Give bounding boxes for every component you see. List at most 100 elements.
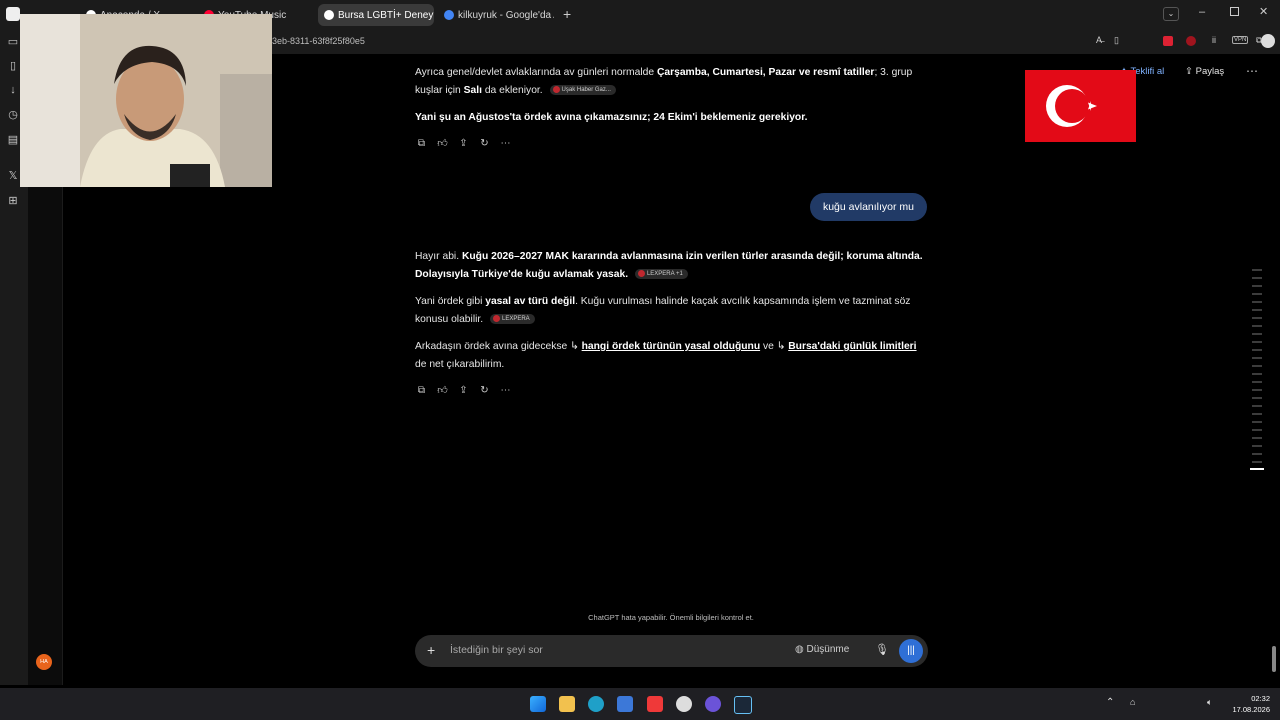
- history-panel-icon[interactable]: ◷: [7, 109, 19, 121]
- minimize-button[interactable]: –: [1199, 6, 1205, 18]
- source-chip-label: LEXPERA: [502, 315, 530, 322]
- source-chip-label: LEXPERA +1: [646, 270, 683, 277]
- tray-network-icon[interactable]: ⌂: [1130, 697, 1135, 707]
- thinking-toggle[interactable]: ◍ Düşünme: [795, 644, 849, 655]
- message-composer[interactable]: + İstediğin bir şeyi sor ◍ Düşünme 🎙︎ ||…: [415, 635, 928, 667]
- plus-icon[interactable]: +: [427, 642, 435, 658]
- new-tab-button[interactable]: +: [563, 7, 571, 21]
- page-scrollbar[interactable]: [1272, 58, 1276, 680]
- file-explorer-icon[interactable]: [559, 696, 575, 712]
- source-favicon-icon: [493, 314, 500, 322]
- app-ring-icon[interactable]: [705, 696, 721, 712]
- voice-icon[interactable]: |||: [899, 639, 923, 663]
- windows-taskbar: ⌃ ⌂ 🔈︎ 02:32 17.08.2026: [0, 688, 1280, 720]
- close-window-button[interactable]: ✕: [1259, 5, 1268, 18]
- followup-link[interactable]: hangi ördek türünün yasal olduğunu: [582, 341, 760, 352]
- message-actions: ⧉ 👍︎ ⇪ ↻ ⋯: [415, 137, 512, 150]
- extension-icon[interactable]: ii: [1212, 35, 1216, 45]
- header-more-icon[interactable]: ⋯: [1246, 64, 1258, 78]
- bookmarks-panel-icon[interactable]: ▯: [7, 60, 19, 72]
- source-chip-label: Uşak Haber Gaz...: [561, 86, 611, 93]
- tab-bursa[interactable]: Bursa LGBTİ+ Deneyimi Öz: [318, 4, 434, 26]
- ublock-icon[interactable]: [1186, 36, 1196, 46]
- source-chip[interactable]: LEXPERA +1: [634, 268, 688, 279]
- copy-icon[interactable]: ⧉: [415, 137, 428, 150]
- vivaldi-logo[interactable]: [6, 7, 20, 21]
- message-paragraph: Yani şu an Ağustos'ta ördek avına çıkama…: [415, 109, 930, 127]
- windows-start-icon[interactable]: [530, 696, 546, 712]
- bookmark-icon[interactable]: ▯: [1114, 35, 1119, 46]
- disclaimer-text: ChatGPT hata yapabilir. Önemli bilgileri…: [588, 613, 754, 622]
- avatar[interactable]: HA: [36, 654, 52, 670]
- tab-google-search[interactable]: kilkuyruk - Google'da Ara: [438, 4, 554, 26]
- source-favicon-icon: [552, 85, 560, 93]
- message-paragraph: Ayrıca genel/devlet avlaklarında av günl…: [415, 64, 930, 99]
- tray-volume-icon[interactable]: 🔈︎: [1207, 697, 1212, 708]
- more-icon[interactable]: ⋯: [499, 137, 512, 150]
- notes-panel-icon[interactable]: ▤: [7, 134, 19, 146]
- vpn-icon[interactable]: VPN: [1232, 36, 1249, 44]
- text-span: da ekleniyor.: [481, 84, 543, 96]
- bold-text: yasal av türü değil: [485, 296, 576, 307]
- arrow-icon: ↳: [570, 341, 582, 352]
- google-icon: [444, 10, 454, 20]
- bold-text: Çarşamba, Cumartesi, Pazar ve resmî tati…: [656, 67, 875, 78]
- address-bar[interactable]: 3eb-8311-63f8f25f80e5 A̶ ▯ ii VPN ⧉: [272, 30, 1280, 54]
- profile-icon[interactable]: [1261, 34, 1275, 48]
- tray-chevron-icon[interactable]: ⌃: [1106, 697, 1114, 708]
- source-chip[interactable]: LEXPERA: [490, 313, 535, 324]
- chatgpt-taskbar-icon[interactable]: [676, 696, 692, 712]
- panel-toggle-icon[interactable]: ▭: [7, 36, 19, 48]
- thumbs-icon[interactable]: 👍︎: [436, 384, 449, 397]
- steam-icon[interactable]: [734, 696, 752, 714]
- scroll-position-markers[interactable]: [1250, 268, 1264, 473]
- copy-icon[interactable]: ⧉: [415, 384, 428, 397]
- clock-date: 17.08.2026: [1232, 705, 1270, 714]
- message-paragraph: Yani ördek gibi yasal av türü değil. Kuğ…: [415, 293, 930, 328]
- clock-time: 02:32: [1251, 694, 1270, 703]
- tab-list-icon[interactable]: ⌄: [1163, 7, 1179, 21]
- thumbs-icon[interactable]: 👍︎: [436, 137, 449, 150]
- user-message-bubble: kuğu avlanılıyor mu: [810, 193, 927, 221]
- taskbar-clock[interactable]: 02:32 17.08.2026: [1226, 693, 1270, 715]
- text-span: Arkadaşın ördek avına gidecekse: [415, 341, 571, 352]
- message-paragraph: Hayır abi. Kuğu 2026–2027 MAK kararında …: [415, 248, 930, 283]
- webcam-overlay: [20, 14, 272, 187]
- source-chip[interactable]: Uşak Haber Gaz...: [549, 84, 616, 95]
- regenerate-icon[interactable]: ↻: [478, 384, 491, 397]
- source-favicon-icon: [637, 269, 645, 277]
- url-text[interactable]: 3eb-8311-63f8f25f80e5: [272, 36, 365, 46]
- scrollbar-thumb[interactable]: [1272, 646, 1276, 672]
- message-actions: ⧉ 👍︎ ⇪ ↻ ⋯: [415, 384, 512, 397]
- text-span: ve: [760, 341, 777, 352]
- share-label: Paylaş: [1195, 66, 1225, 77]
- store-icon[interactable]: [617, 696, 633, 712]
- prompt-input[interactable]: İstediğin bir şeyi sor: [450, 644, 543, 656]
- bold-text: Salı: [463, 84, 482, 96]
- more-icon[interactable]: ⋯: [499, 384, 512, 397]
- vivaldi-taskbar-icon[interactable]: [647, 696, 663, 712]
- scroll-markers-graphic: [1250, 269, 1264, 470]
- x-panel-icon[interactable]: 𝕏: [7, 170, 19, 182]
- maximize-button[interactable]: [1230, 7, 1239, 16]
- lightbulb-icon: ◍: [795, 644, 804, 655]
- text-span: Hayır abi.: [415, 251, 462, 262]
- assistant-message-2: Hayır abi. Kuğu 2026–2027 MAK kararında …: [415, 248, 930, 373]
- translate-icon[interactable]: A̶: [1096, 35, 1102, 45]
- edge-icon[interactable]: [588, 696, 604, 712]
- share-icon[interactable]: ⇪: [457, 384, 470, 397]
- mic-icon[interactable]: 🎙︎: [875, 643, 889, 656]
- bold-text: Yani şu an Ağustos'ta ördek avına çıkama…: [415, 112, 808, 123]
- downloads-panel-icon[interactable]: ↓: [7, 84, 19, 96]
- assistant-message-1: Ayrıca genel/devlet avlaklarında av günl…: [415, 64, 930, 127]
- bold-text: de net çıkarabilirim.: [415, 358, 505, 370]
- regenerate-icon[interactable]: ↻: [478, 137, 491, 150]
- share-icon[interactable]: ⇪: [457, 137, 470, 150]
- message-paragraph: Arkadaşın ördek avına gidecekse ↳ hangi …: [415, 338, 930, 373]
- share-icon: ⇪: [1185, 66, 1193, 77]
- followup-link[interactable]: Bursa'daki günlük limitleri: [788, 341, 916, 352]
- add-panel-icon[interactable]: ⊞: [7, 195, 19, 207]
- share-button[interactable]: ⇪ Paylaş: [1185, 66, 1224, 77]
- extension-red-icon[interactable]: [1163, 36, 1173, 46]
- thinking-label: Düşünme: [806, 644, 850, 655]
